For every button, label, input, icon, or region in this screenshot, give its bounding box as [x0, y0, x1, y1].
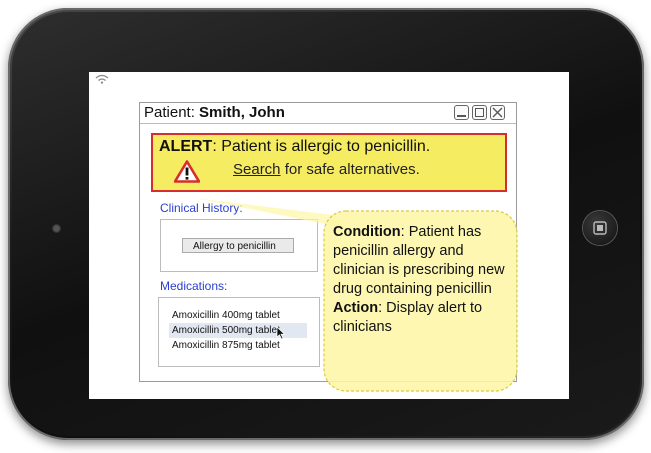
condition-label: Condition	[333, 224, 401, 240]
callout-text: Condition: Patient has penicillin allerg…	[333, 223, 509, 337]
tablet-screen: Patient: Smith, John ALERT: Patient is a…	[89, 72, 569, 399]
action-label: Action	[333, 300, 379, 316]
camera-icon	[52, 224, 61, 233]
home-button-icon[interactable]	[583, 211, 617, 245]
tablet-device: Patient: Smith, John ALERT: Patient is a…	[8, 8, 644, 440]
